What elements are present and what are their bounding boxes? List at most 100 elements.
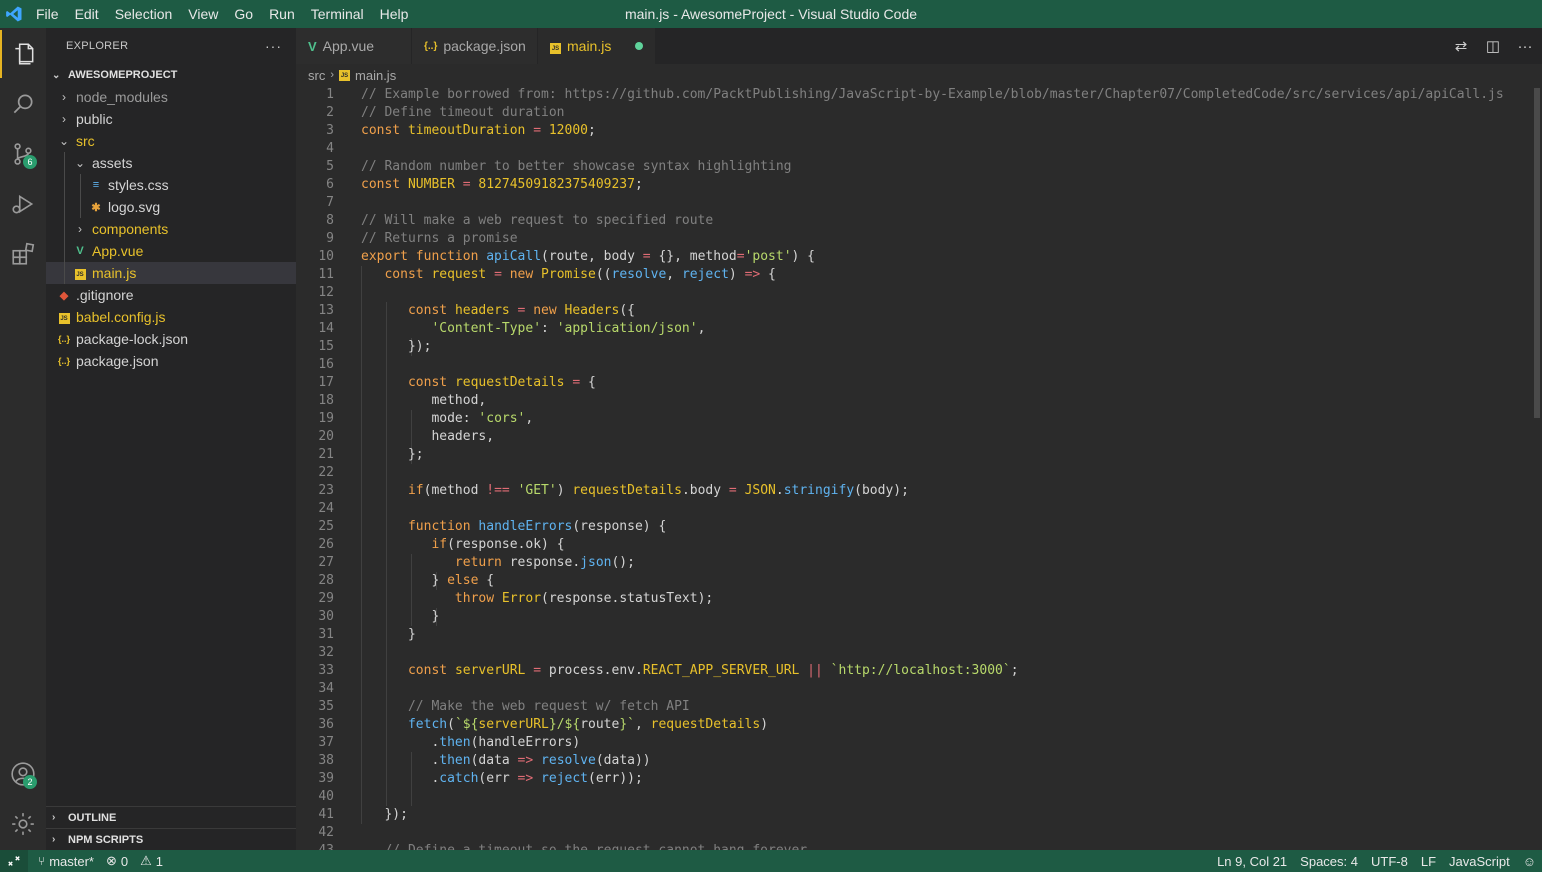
code-token: response [454,537,518,552]
encoding[interactable]: UTF-8 [1371,854,1408,869]
line-number: 21 [318,447,334,462]
tree-item-src[interactable]: ⌄ src [46,130,296,152]
indent-guide [64,152,65,174]
explorer-icon[interactable] [0,30,46,78]
code-token: env [611,663,635,678]
search-icon[interactable] [0,80,46,128]
menu-item-run[interactable]: Run [261,0,303,28]
code-token: if [431,537,448,552]
code-token: = [564,375,588,390]
code-token: = [634,249,659,264]
language-mode[interactable]: JavaScript [1449,854,1510,869]
code-token: ( [447,537,455,552]
line-number: 14 [318,321,334,336]
remote-icon[interactable] [0,850,28,872]
line-number: 10 [318,249,334,264]
scrollbar-thumb[interactable] [1534,88,1540,418]
line-number: 40 [318,789,334,804]
feedback-smiley-icon[interactable]: ☺ [1523,854,1536,869]
code-token: { [478,573,495,588]
code-editor[interactable]: 1 2 3 4 5 6 7 8 9 10 11 12 13 14 15 16 17 18 19 20 21 22 23 24 2… [296,86,1542,850]
code-token: data [478,753,510,768]
compare-changes-icon[interactable]: ⇄ [1452,37,1470,55]
branch-indicator[interactable]: ⑂ master* [38,854,94,869]
indentation[interactable]: Spaces: 4 [1300,854,1358,869]
tab-package-json[interactable]: {..} package.json [412,28,538,64]
outline-section-header[interactable]: › OUTLINE [46,806,296,828]
menu-item-edit[interactable]: Edit [67,0,107,28]
menu-item-help[interactable]: Help [372,0,417,28]
settings-gear-icon[interactable] [0,800,46,848]
project-section-header[interactable]: ⌄ AWESOMEPROJECT [46,64,296,86]
line-number: 12 [318,285,334,300]
menu-item-view[interactable]: View [180,0,226,28]
run-debug-icon[interactable] [0,180,46,228]
tree-item-public[interactable]: › public [46,108,296,130]
unsaved-dot-icon[interactable] [635,42,643,50]
js-file-icon: JS [339,69,351,81]
tree-item-babel-config-js[interactable]: JS babel.config.js [46,306,296,328]
source-control-icon[interactable]: 6 [0,130,46,178]
js-file-icon: JS [72,267,88,280]
tree-item-components[interactable]: › components [46,218,296,240]
breadcrumb-file[interactable]: main.js [355,68,396,83]
editor-actions: ⇄ ◫ ··· [1452,28,1534,64]
tree-item-styles-css[interactable]: ≡ styles.css [46,174,296,196]
line-number: 5 [326,159,334,174]
code-token: , [697,321,706,336]
split-editor-icon[interactable]: ◫ [1484,37,1502,55]
tab-main-js[interactable]: JS main.js [538,28,656,64]
code-line: // Make the web request w/ fetch API [361,698,1504,716]
code-lines: // Example borrowed from: https://github… [361,86,1504,850]
code-token: . [361,735,440,750]
line-number: 17 [318,375,334,390]
tab-app-vue[interactable]: V App.vue [296,28,412,64]
indent-guide [64,196,65,218]
vscode-logo-icon[interactable] [0,0,28,28]
menu-item-go[interactable]: Go [226,0,261,28]
npm-scripts-section-header[interactable]: › NPM SCRIPTS [46,828,296,850]
code-line: // Example borrowed from: https://github… [361,86,1504,104]
editor-scrollbar[interactable] [1528,86,1542,850]
code-token: => [509,771,542,786]
tree-item--gitignore[interactable]: ◆ .gitignore [46,284,296,306]
code-token: `http://localhost:3000` [830,663,1011,678]
tree-item-label: babel.config.js [76,309,166,325]
extensions-icon[interactable] [0,230,46,278]
tree-item-logo-svg[interactable]: ✱ logo.svg [46,196,296,218]
menu-item-file[interactable]: File [28,0,67,28]
more-actions-icon[interactable]: ··· [265,38,282,54]
code-line: }); [361,806,1504,824]
tree-item-package-json[interactable]: {..} package.json [46,350,296,372]
code-token: = [525,663,549,678]
code-line: .then(handleErrors) [361,734,1504,752]
breadcrumb-folder[interactable]: src [308,68,325,83]
svg-file-icon: ✱ [91,201,101,214]
code-line: if(method !== 'GET') requestDetails.body… [361,482,1504,500]
end-of-line[interactable]: LF [1421,854,1436,869]
tree-item-app-vue[interactable]: V App.vue [46,240,296,262]
tree-item-node-modules[interactable]: › node_modules [46,86,296,108]
menu-item-selection[interactable]: Selection [107,0,181,28]
menu-item-terminal[interactable]: Terminal [303,0,372,28]
json-file-icon: {..} [57,334,70,344]
code-token: handleErrors [478,519,573,534]
accounts-badge: 2 [23,775,37,789]
tree-item-assets[interactable]: ⌄ assets [46,152,296,174]
problems-indicator[interactable]: ⊗ 0 ⚠ 1 [106,853,163,869]
explorer-header: EXPLORER ··· [46,28,296,64]
cursor-position[interactable]: Ln 9, Col 21 [1217,854,1287,869]
tree-item-main-js[interactable]: JS main.js [46,262,296,284]
code-token: reject [541,771,589,786]
code-token: JSON [744,483,776,498]
code-token: : [462,411,479,426]
tree-item-label: App.vue [92,243,144,259]
accounts-icon[interactable]: 2 [0,750,46,798]
more-actions-icon[interactable]: ··· [1516,38,1534,55]
tree-item-package-lock-json[interactable]: {..} package-lock.json [46,328,296,350]
